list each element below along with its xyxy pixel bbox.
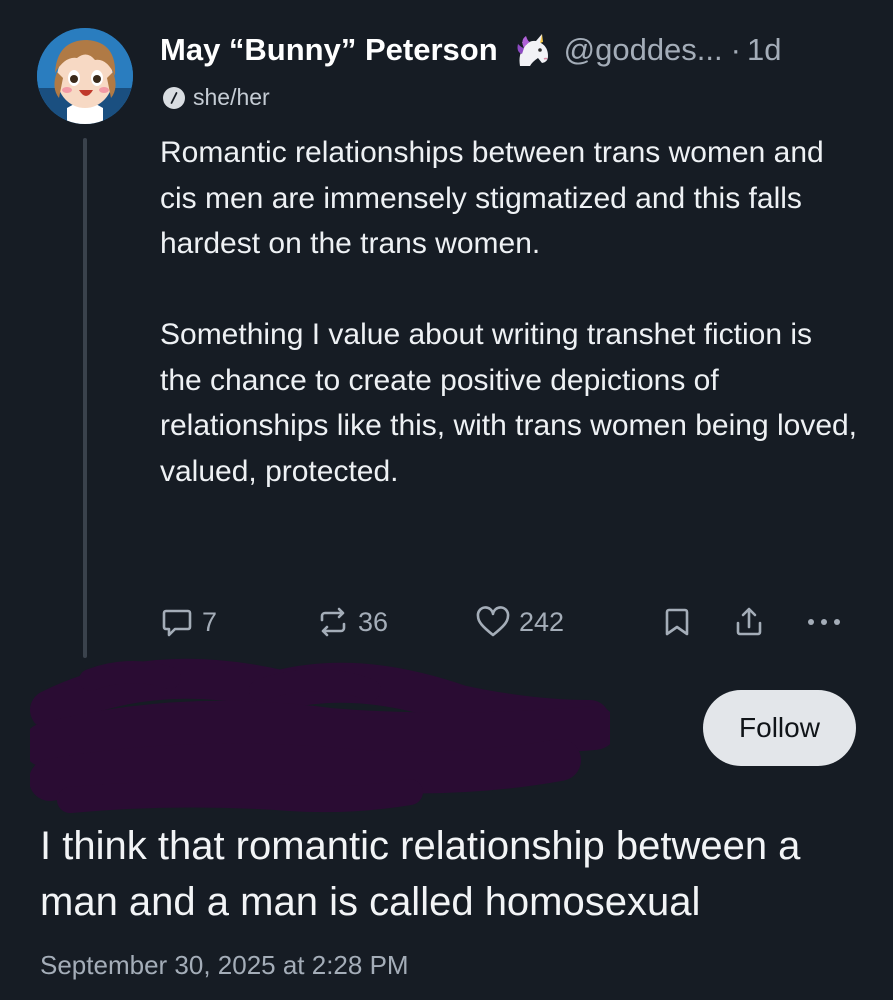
bookmark-button[interactable]	[660, 600, 694, 644]
share-icon	[736, 607, 762, 636]
avatar-illustration	[37, 28, 133, 124]
pronouns-row: she/her	[163, 84, 270, 111]
author-display-name[interactable]: May “Bunny” Peterson	[160, 30, 498, 70]
separator-dot: ·	[730, 32, 741, 67]
reply-count: 7	[202, 606, 218, 637]
like-count: 242	[519, 606, 565, 637]
post-body: Romantic relationships between trans wom…	[160, 130, 860, 494]
bookmark-icon	[665, 608, 689, 636]
repost-count: 36	[358, 606, 389, 637]
post-paragraph: Something I value about writing transhet…	[160, 318, 858, 488]
reply-button[interactable]: 7	[160, 600, 217, 644]
slash-circle-icon	[163, 86, 185, 109]
post-actions: 7 36 242	[160, 600, 860, 644]
follow-button[interactable]: Follow	[703, 690, 856, 766]
pronouns-text: she/her	[193, 84, 270, 110]
more-dots-icon	[808, 619, 840, 625]
author-handle[interactable]: @goddes...	[564, 30, 723, 70]
post-thread: May “Bunny” Peterson @goddes... · 1d she…	[0, 0, 893, 1000]
more-options-button[interactable]	[804, 600, 844, 644]
share-button[interactable]	[732, 600, 766, 644]
thread-connector-line	[83, 138, 87, 658]
post-paragraph: Romantic relationships between trans wom…	[160, 136, 824, 260]
reply-icon	[162, 609, 192, 637]
unicorn-icon	[512, 32, 552, 68]
like-button[interactable]: 242	[475, 600, 564, 644]
reply-text: I think that romantic relationship betwe…	[40, 824, 801, 924]
author-avatar[interactable]	[37, 28, 133, 124]
reply-timestamp[interactable]: September 30, 2025 at 2:28 PM	[40, 950, 409, 981]
repost-icon	[320, 607, 346, 637]
repost-button[interactable]: 36	[316, 600, 388, 644]
redaction-scribble	[30, 658, 610, 813]
heart-icon	[476, 606, 510, 637]
post-header: May “Bunny” Peterson @goddes... · 1d	[160, 30, 863, 70]
post-age[interactable]: 1d	[747, 30, 781, 70]
